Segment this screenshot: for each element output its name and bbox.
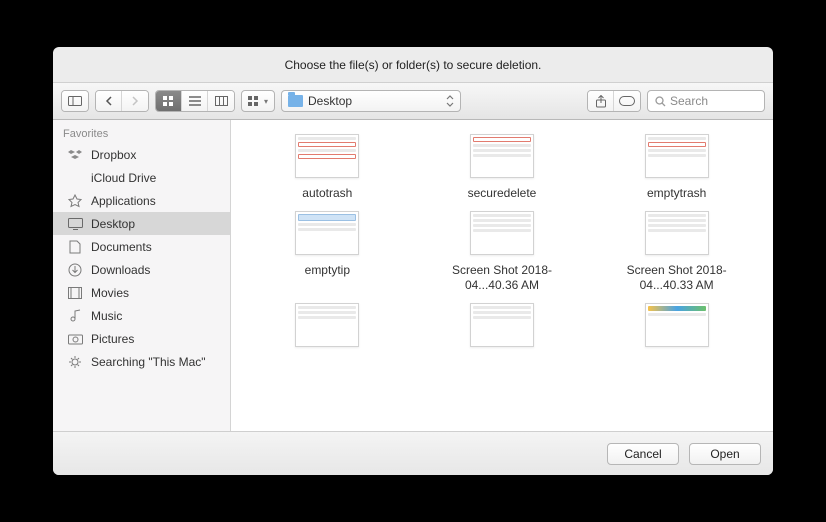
sidebar-item-searching[interactable]: Searching "This Mac"	[53, 350, 230, 373]
sidebar-item-label: Movies	[91, 286, 129, 300]
sidebar-item-label: Dropbox	[91, 148, 136, 162]
file-label: securedelete	[468, 186, 537, 201]
file-item[interactable]: emptytrash	[594, 134, 759, 201]
documents-icon	[67, 239, 83, 255]
search-field[interactable]: Search	[647, 90, 765, 112]
file-thumbnail	[295, 134, 359, 178]
sidebar-item-label: Music	[91, 309, 122, 323]
sidebar-toggle-button[interactable]	[62, 91, 88, 111]
view-mode-group	[155, 90, 235, 112]
file-label: autotrash	[302, 186, 352, 201]
tags-button[interactable]	[614, 91, 640, 111]
file-item[interactable]: Screen Shot 2018-04...40.33 AM	[594, 211, 759, 293]
dialog-title: Choose the file(s) or folder(s) to secur…	[53, 47, 773, 82]
file-thumbnail	[645, 134, 709, 178]
grid-icon	[163, 96, 174, 107]
sidebar-item-label: Searching "This Mac"	[91, 355, 206, 369]
list-icon	[189, 96, 201, 106]
sidebar-item-applications[interactable]: Applications	[53, 189, 230, 212]
file-item[interactable]: emptytip	[245, 211, 410, 293]
search-icon	[655, 96, 666, 107]
sidebar-heading: Favorites	[53, 120, 230, 143]
location-dropdown[interactable]: Desktop	[281, 90, 461, 112]
tag-icon	[619, 96, 635, 106]
movies-icon	[67, 285, 83, 301]
file-thumbnail	[295, 211, 359, 255]
toolbar: ▾ Desktop Search	[53, 82, 773, 120]
back-button[interactable]	[96, 91, 122, 111]
gear-icon	[67, 354, 83, 370]
sidebar-item-movies[interactable]: Movies	[53, 281, 230, 304]
file-thumbnail	[645, 303, 709, 347]
chevron-right-icon	[131, 96, 139, 106]
cancel-button[interactable]: Cancel	[607, 443, 679, 465]
sidebar-item-desktop[interactable]: Desktop	[53, 212, 230, 235]
list-view-button[interactable]	[182, 91, 208, 111]
nav-group	[95, 90, 149, 112]
file-thumbnail	[645, 211, 709, 255]
sidebar-item-documents[interactable]: Documents	[53, 235, 230, 258]
sidebar-item-label: Documents	[91, 240, 152, 254]
icon-view-button[interactable]	[156, 91, 182, 111]
downloads-icon	[67, 262, 83, 278]
file-thumbnail	[470, 211, 534, 255]
column-view-button[interactable]	[208, 91, 234, 111]
sidebar-item-label: Desktop	[91, 217, 135, 231]
file-thumbnail	[470, 134, 534, 178]
share-button[interactable]	[588, 91, 614, 111]
file-label: Screen Shot 2018-04...40.33 AM	[607, 263, 747, 293]
file-grid: autotrash securedelete emptytrash emptyt…	[231, 120, 773, 431]
action-group	[587, 90, 641, 112]
sidebar-item-dropbox[interactable]: Dropbox	[53, 143, 230, 166]
sidebar: Favorites Dropbox iCloud Drive Applicati…	[53, 120, 231, 431]
forward-button[interactable]	[122, 91, 148, 111]
file-item[interactable]	[594, 303, 759, 355]
sidebar-item-label: Applications	[91, 194, 156, 208]
desktop-icon	[67, 216, 83, 232]
file-item[interactable]: securedelete	[420, 134, 585, 201]
file-thumbnail	[295, 303, 359, 347]
sidebar-item-icloud[interactable]: iCloud Drive	[53, 166, 230, 189]
columns-icon	[215, 96, 228, 106]
folder-icon	[288, 95, 303, 107]
pictures-icon	[67, 331, 83, 347]
group-by-dropdown[interactable]: ▾	[241, 90, 275, 112]
sidebar-item-downloads[interactable]: Downloads	[53, 258, 230, 281]
updown-icon	[446, 95, 454, 107]
blank-icon	[67, 170, 83, 186]
chevron-down-icon: ▾	[264, 97, 268, 106]
file-item[interactable]: autotrash	[245, 134, 410, 201]
file-item[interactable]: Screen Shot 2018-04...40.36 AM	[420, 211, 585, 293]
dialog-footer: Cancel Open	[53, 431, 773, 475]
music-icon	[67, 308, 83, 324]
open-button[interactable]: Open	[689, 443, 761, 465]
sidebar-icon	[68, 96, 82, 106]
file-label: emptytip	[305, 263, 350, 278]
sidebar-item-label: Pictures	[91, 332, 134, 346]
sidebar-item-label: iCloud Drive	[91, 171, 156, 185]
file-thumbnail	[470, 303, 534, 347]
chevron-left-icon	[105, 96, 113, 106]
group-icon	[248, 96, 260, 106]
sidebar-item-music[interactable]: Music	[53, 304, 230, 327]
sidebar-toggle-group	[61, 90, 89, 112]
file-item[interactable]	[245, 303, 410, 355]
search-placeholder: Search	[670, 94, 708, 108]
dropbox-icon	[67, 147, 83, 163]
location-label: Desktop	[308, 94, 352, 108]
file-label: Screen Shot 2018-04...40.36 AM	[432, 263, 572, 293]
sidebar-item-pictures[interactable]: Pictures	[53, 327, 230, 350]
file-item[interactable]	[420, 303, 585, 355]
sidebar-item-label: Downloads	[91, 263, 150, 277]
file-label: emptytrash	[647, 186, 706, 201]
open-dialog: Choose the file(s) or folder(s) to secur…	[53, 47, 773, 475]
share-icon	[595, 95, 607, 108]
applications-icon	[67, 193, 83, 209]
